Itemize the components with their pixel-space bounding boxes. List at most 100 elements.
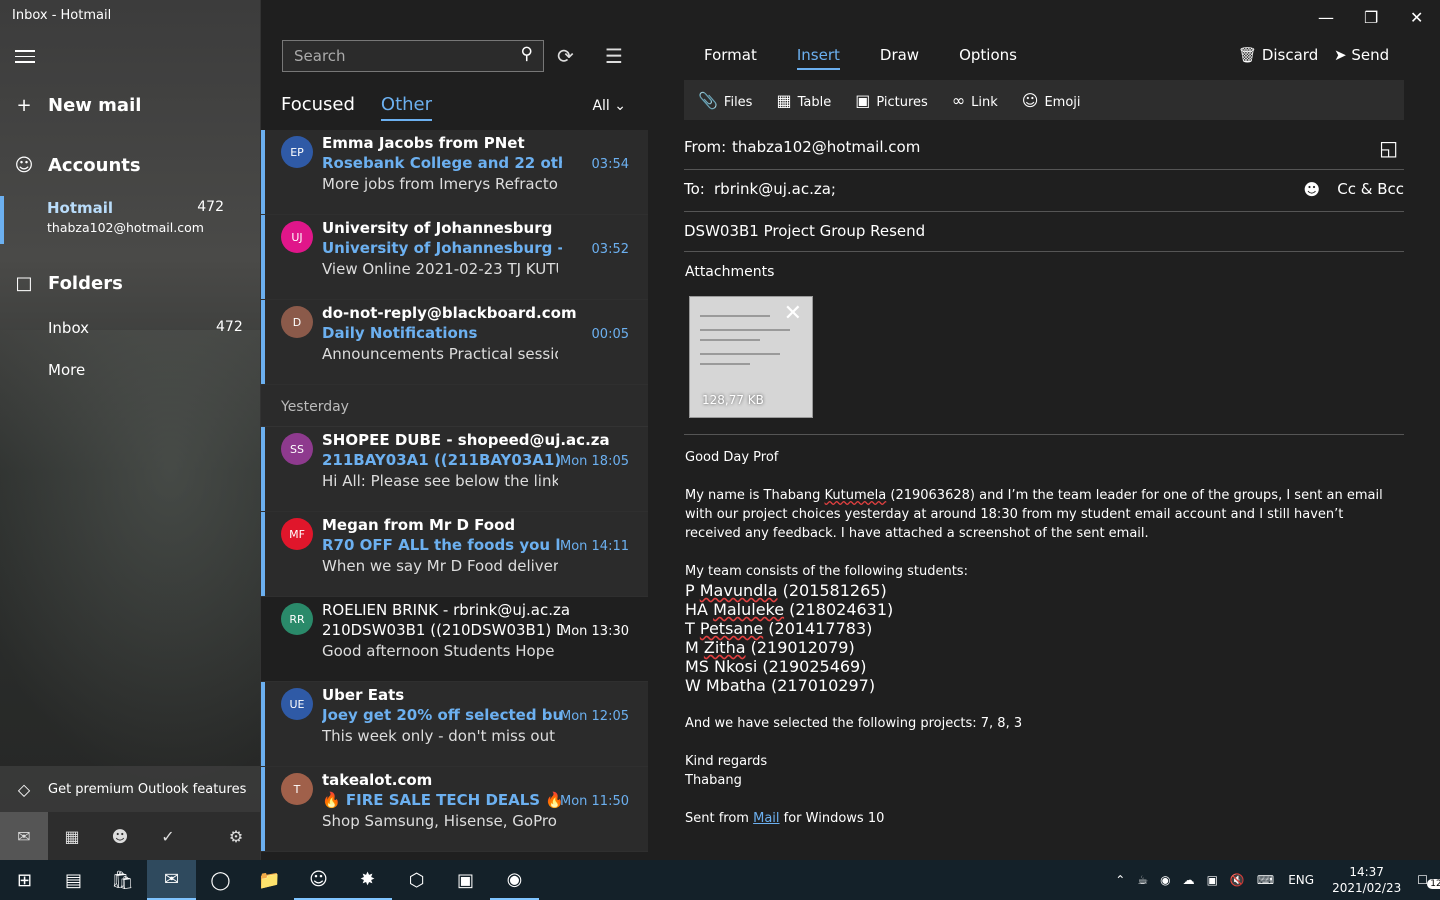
premium-button[interactable]: ◇ Get premium Outlook features — [0, 766, 260, 812]
emoji-app-icon[interactable]: ☺ — [294, 860, 343, 900]
restore-icon[interactable]: ❐ — [1364, 8, 1378, 27]
close-icon[interactable]: ✕ — [1410, 8, 1423, 27]
store-icon[interactable]: 🛍 — [98, 860, 147, 900]
xc-app-icon[interactable]: ▣ — [441, 860, 490, 900]
folders-header[interactable]: □ Folders — [0, 268, 260, 298]
link-button[interactable]: ∞ Link — [952, 91, 998, 110]
list-item[interactable]: T takealot.com 🔥 FIRE SALE TECH DEALS 🔥 … — [261, 767, 648, 852]
people-icon[interactable]: ☻ — [96, 812, 144, 860]
list-item[interactable]: EP Emma Jacobs from PNet Rosebank Colleg… — [261, 130, 648, 215]
language-indicator[interactable]: ENG — [1288, 873, 1314, 887]
network-icon[interactable]: ▣ — [1207, 873, 1218, 887]
sender: University of Johannesburg — [322, 219, 553, 237]
table-icon: ▦ — [776, 90, 792, 110]
message-body[interactable]: Good Day Prof My name is Thabang Kutumel… — [685, 448, 1385, 828]
remove-attachment-icon[interactable]: ✕ — [784, 301, 802, 326]
to-field[interactable]: To: rbrink@uj.ac.za; ☻ Cc & Bcc — [684, 180, 1404, 212]
discard-button[interactable]: 🗑 Discard — [1238, 46, 1318, 64]
list-item[interactable]: UJ University of Johannesburg University… — [261, 215, 648, 300]
emoji-button[interactable]: ☺ Emoji — [1022, 91, 1081, 110]
sender: Emma Jacobs from PNet — [322, 134, 525, 152]
tab-focused[interactable]: Focused — [281, 94, 355, 121]
student-line: MS Nkosi (219025469) — [685, 657, 1385, 676]
thumb-line — [700, 339, 760, 341]
send-button[interactable]: ➤ Send — [1334, 46, 1389, 64]
student-surname: Maluleke — [713, 600, 785, 619]
popout-icon[interactable]: ◱ — [1379, 136, 1398, 160]
table-label: Table — [797, 94, 832, 110]
chrome-icon[interactable]: ◉ — [490, 860, 539, 900]
preview: View Online 2021-02-23 TJ KUTUMELA (2 — [322, 260, 558, 278]
start-windows-icon[interactable]: ⊞ — [0, 860, 49, 900]
cc-bcc-button[interactable]: Cc & Bcc — [1337, 180, 1404, 198]
list-item[interactable]: MF Megan from Mr D Food R70 OFF ALL the … — [261, 512, 648, 597]
student-line: W Mbatha (217010297) — [685, 676, 1385, 695]
keyboard-icon[interactable]: ⌨ — [1257, 873, 1274, 887]
hamburger-menu-button[interactable] — [15, 46, 35, 64]
sender: SHOPEE DUBE - shopeed@uj.ac.za — [322, 431, 610, 449]
notification-center-icon[interactable]: ☐ 12 — [1417, 873, 1440, 889]
attachment-thumbnail[interactable]: ✕ 128,77 KB — [689, 296, 813, 418]
new-mail-button[interactable]: + New mail — [0, 90, 260, 120]
mail-icon[interactable]: ✉ — [0, 812, 48, 860]
tab-insert[interactable]: Insert — [796, 46, 840, 70]
selection-mode-icon[interactable]: ☰ — [605, 44, 623, 68]
account-hotmail[interactable]: Hotmail 472 thabza102@hotmail.com — [0, 196, 260, 244]
tab-other[interactable]: Other — [380, 94, 433, 121]
red-app-icon[interactable]: ✸ — [343, 860, 392, 900]
edge-browser-icon[interactable]: ◯ — [196, 860, 245, 900]
minimize-icon[interactable]: — — [1318, 8, 1334, 27]
list-item[interactable]: SS SHOPEE DUBE - shopeed@uj.ac.za 211BAY… — [261, 427, 648, 512]
preview: Shop Samsung, Hisense, GoPro, Gar — [322, 812, 558, 830]
sync-icon[interactable]: ⟳ — [557, 44, 574, 68]
todo-icon[interactable]: ✓ — [144, 812, 192, 860]
folder-more[interactable]: More — [48, 361, 85, 379]
clock[interactable]: 14:37 2021/02/23 — [1332, 864, 1401, 896]
folder-inbox[interactable]: Inbox 472 — [48, 319, 243, 337]
folder-icon: □ — [15, 272, 33, 294]
avatar: D — [281, 306, 313, 338]
person-icon[interactable]: ☻ — [1303, 180, 1320, 199]
student-initial: T — [685, 619, 700, 638]
tab-draw[interactable]: Draw — [880, 46, 919, 70]
task-view-icon[interactable]: ▤ — [49, 860, 98, 900]
tab-format[interactable]: Format — [704, 46, 757, 70]
student-number: (219025469) — [757, 657, 867, 676]
filter-dropdown[interactable]: All ⌄ — [592, 98, 626, 114]
orange-app-icon[interactable]: ⬡ — [392, 860, 441, 900]
pictures-label: Pictures — [876, 94, 928, 110]
tab-options[interactable]: Options — [959, 46, 1017, 70]
calendar-icon[interactable]: ▦ — [48, 812, 96, 860]
list-item[interactable]: D do-not-reply@blackboard.com Daily Noti… — [261, 300, 648, 385]
accounts-header[interactable]: ☺ Accounts — [0, 150, 260, 180]
student-name: MS Nkosi — [685, 657, 758, 676]
time: 03:52 — [591, 242, 629, 257]
chevron-up-icon[interactable]: ⌃ — [1115, 873, 1125, 887]
onedrive-cloud-icon[interactable]: ☁ — [1183, 873, 1195, 887]
files-button[interactable]: 📎 Files — [698, 91, 752, 110]
from-field[interactable]: From: thabza102@hotmail.com ◱ — [684, 136, 1404, 170]
pictures-button[interactable]: ▣ Pictures — [855, 91, 928, 110]
search-input[interactable]: Search ⚲ — [282, 40, 544, 72]
search-placeholder: Search — [294, 47, 346, 65]
navigation-pane: Inbox - Hotmail + New mail ☺ Accounts Ho… — [0, 0, 260, 860]
file-explorer-icon[interactable]: 📁 — [245, 860, 294, 900]
time: Mon 13:30 — [559, 624, 629, 639]
time: 00:05 — [591, 327, 629, 342]
table-button[interactable]: ▦ Table — [776, 91, 831, 110]
settings-gear-icon[interactable]: ⚙ — [212, 812, 260, 860]
subject-field[interactable]: DSW03B1 Project Group Resend — [684, 222, 1404, 252]
message-list: EP Emma Jacobs from PNet Rosebank Colleg… — [261, 130, 648, 852]
search-icon[interactable]: ⚲ — [521, 44, 533, 64]
java-icon[interactable]: ☕ — [1137, 873, 1148, 887]
student-initial: M — [685, 638, 704, 657]
webcam-icon[interactable]: ◉ — [1160, 873, 1170, 887]
time: Mon 18:05 — [559, 454, 629, 469]
list-item[interactable]: UE Uber Eats Joey get 20% off selected b… — [261, 682, 648, 767]
mail-link[interactable]: Mail — [753, 811, 779, 826]
system-tray: ⌃ ☕ ◉ ☁ ▣ 🔇 ⌨ ENG 14:37 2021/02/23 ☐ 12 — [1109, 860, 1440, 900]
mail-app-icon[interactable]: ✉ — [147, 860, 196, 900]
volume-muted-icon[interactable]: 🔇 — [1230, 873, 1245, 887]
files-label: Files — [723, 94, 753, 110]
list-item[interactable]: RR ROELIEN BRINK - rbrink@uj.ac.za 210DS… — [261, 597, 648, 682]
